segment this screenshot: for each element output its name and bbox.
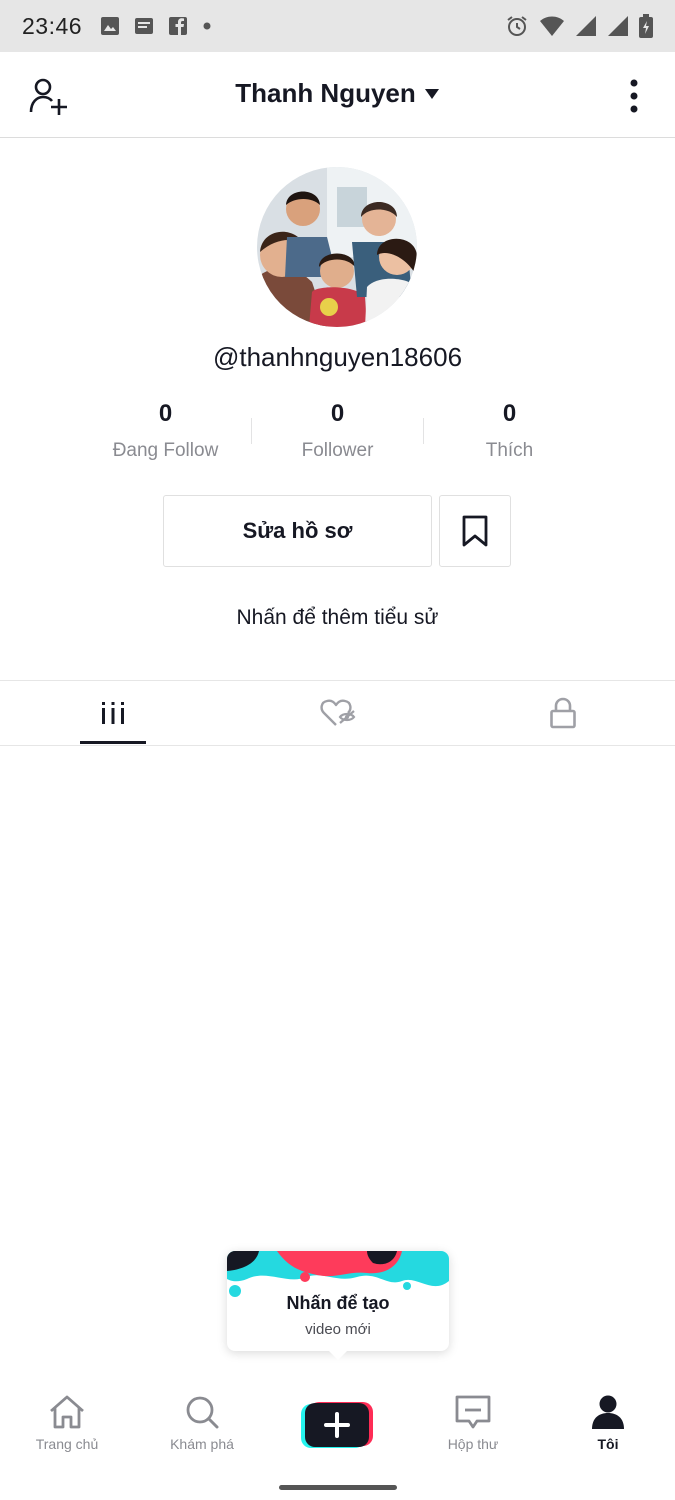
page-title: Thanh Nguyen [235,78,416,108]
status-time: 23:46 [22,12,83,39]
stat-likes[interactable]: 0 Thích [424,400,595,470]
nav-item-profile[interactable]: Tôi [548,1394,668,1464]
stat-value: 0 [502,400,517,427]
nav-label: Trang chủ [35,1436,99,1452]
profile-icon [592,1395,624,1429]
stat-followers[interactable]: 0 Follower [252,400,423,470]
more-vertical-icon[interactable] [620,78,648,114]
stat-value: 0 [330,400,345,427]
tab-videos[interactable] [0,681,225,745]
alarm-icon [507,16,527,36]
tooltip-title: Nhấn để tạo [286,1293,390,1313]
tooltip-arrow [328,1350,348,1360]
tooltip-subtitle: video mới [305,1321,371,1338]
nav-item-inbox[interactable]: Hộp thư [413,1394,533,1464]
message-icon [135,18,154,34]
grid-icon [101,702,124,724]
signal-icon [576,16,596,36]
active-tab-indicator [80,741,146,744]
nav-item-discover[interactable]: Khám phá [142,1394,262,1464]
nav-label: Khám phá [170,1436,234,1452]
inbox-icon [455,1395,491,1429]
bio-prompt[interactable]: Nhấn để thêm tiểu sử [0,606,675,630]
home-indicator[interactable] [279,1485,397,1490]
stat-following[interactable]: 0 Đang Follow [80,400,251,470]
tab-liked[interactable] [225,681,450,745]
wifi-icon [540,16,564,36]
status-system-icons [505,14,653,38]
profile-stats: 0 Đang Follow 0 Follower 0 Thích [80,400,595,470]
caret-down-icon [424,88,439,99]
search-icon [186,1396,219,1429]
dot-icon [203,22,211,30]
stat-label: Follower [301,440,374,461]
create-icon[interactable] [301,1402,373,1448]
account-switcher[interactable]: Thanh Nguyen [0,78,675,109]
nav-item-home[interactable]: Trang chủ [7,1394,127,1464]
status-notification-icons [100,16,212,36]
profile-header: Thanh Nguyen [0,52,675,138]
edit-profile-button[interactable]: Sửa hồ sơ [163,495,432,567]
favorites-button[interactable] [439,495,511,567]
content-tabs [0,680,675,746]
lock-icon [549,697,576,729]
signal-icon [608,16,628,36]
bookmark-icon [462,515,488,547]
nav-label: Tôi [597,1436,619,1452]
image-icon [101,17,120,35]
bottom-nav: Trang chủ Khám phá Hộp thư Tôi [0,1380,675,1500]
tab-private[interactable] [450,681,675,745]
home-icon [50,1395,84,1429]
stat-value: 0 [158,400,173,427]
stat-label: Thích [485,440,534,461]
battery-icon [639,14,653,38]
create-video-tooltip[interactable]: Nhấn để tạo video mới [227,1251,449,1360]
nav-label: Hộp thư [447,1436,499,1452]
liked-hidden-icon [319,699,355,726]
avatar[interactable] [257,167,417,327]
status-bar: 23:46 [0,0,675,52]
facebook-icon [169,17,188,35]
username-handle: @thanhnguyen18606 [212,342,463,372]
stat-label: Đang Follow [112,440,219,461]
